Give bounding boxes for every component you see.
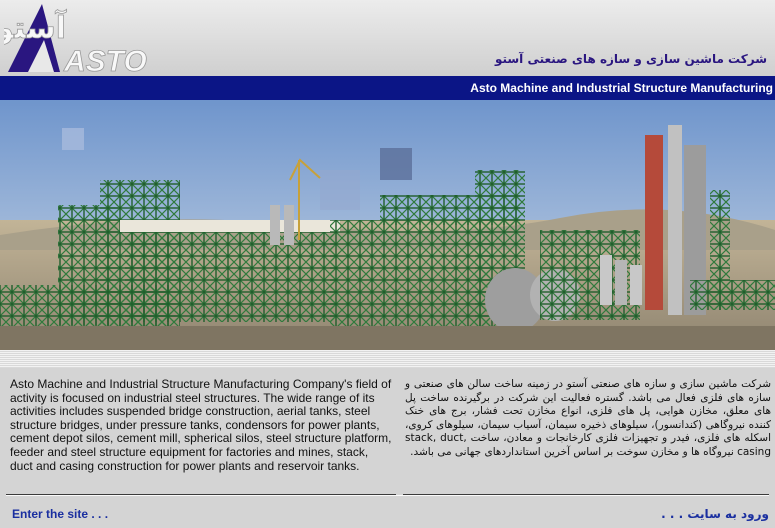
description-en: Asto Machine and Industrial Structure Ma… [10, 377, 392, 473]
divider-stripes [0, 350, 775, 368]
company-title-en: Asto Machine and Industrial Structure Ma… [470, 81, 773, 95]
enter-site-link-en[interactable]: Enter the site . . . [12, 507, 108, 521]
title-bar: Asto Machine and Industrial Structure Ma… [0, 76, 775, 100]
logo-text-fa: آستو [4, 9, 67, 46]
separator-highlight [6, 495, 769, 496]
enter-site-link-fa[interactable]: ورود به سایت . . . [661, 507, 769, 521]
header: آستو ASTO شرکت ماشین سازی و سازه های صنع… [0, 0, 775, 76]
logo-text-en: ASTO [63, 45, 147, 74]
asto-logo: آستو ASTO [4, 4, 147, 74]
hero-image [0, 100, 775, 350]
description-fa: شرکت ماشین سازی و سازه های صنعتی آستو در… [405, 378, 771, 458]
company-title-fa: شرکت ماشین سازی و سازه های صنعتی آستو [494, 52, 767, 66]
